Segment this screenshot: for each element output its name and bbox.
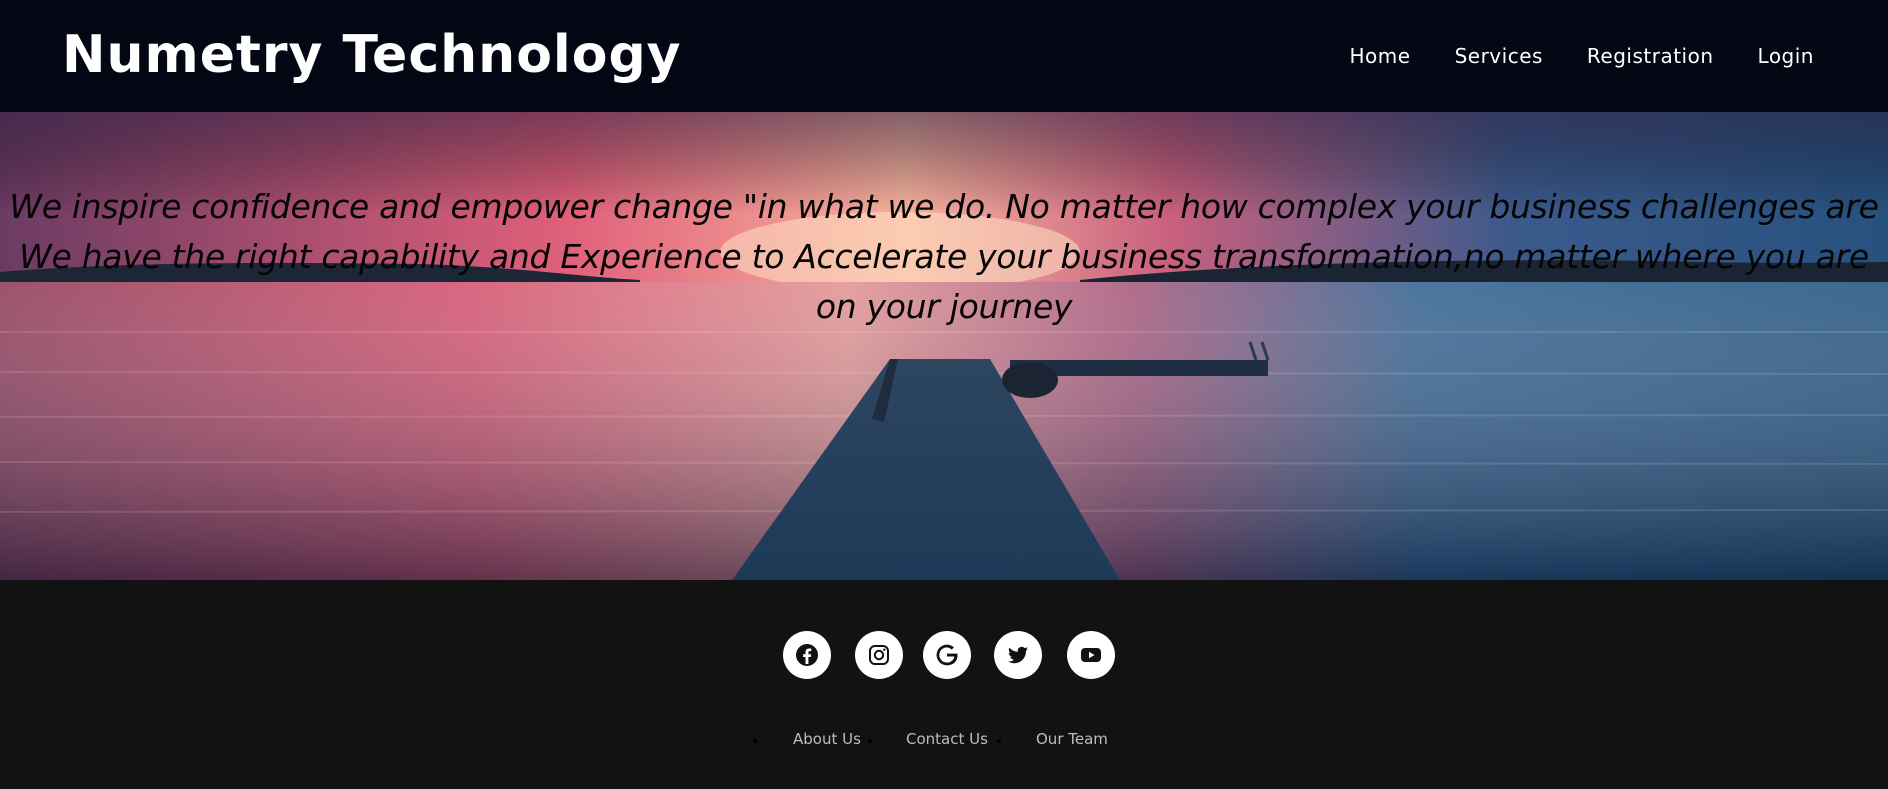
main-nav: Home Services Registration Login bbox=[1306, 36, 1814, 76]
tagline-line-1: We inspire confidence and empower change… bbox=[9, 187, 1879, 226]
nav-registration[interactable]: Registration bbox=[1587, 44, 1714, 68]
youtube-icon bbox=[1081, 648, 1101, 662]
nav-services[interactable]: Services bbox=[1455, 44, 1543, 68]
facebook-button[interactable] bbox=[783, 631, 831, 679]
nav-login[interactable]: Login bbox=[1758, 44, 1814, 68]
google-icon bbox=[936, 644, 958, 666]
hero-tagline: We inspire confidence and empower change… bbox=[0, 182, 1888, 332]
link-bullet bbox=[753, 739, 757, 743]
google-button[interactable] bbox=[923, 631, 971, 679]
twitter-button[interactable] bbox=[994, 631, 1042, 679]
site-footer: About Us Contact Us Our Team bbox=[0, 580, 1888, 789]
tagline-line-3: on your journey bbox=[815, 287, 1073, 326]
instagram-button[interactable] bbox=[855, 631, 903, 679]
tagline-line-2: We have the right capability and Experie… bbox=[19, 237, 1869, 276]
link-bullet bbox=[868, 739, 872, 743]
footer-link-contact[interactable]: Contact Us bbox=[906, 730, 988, 748]
brand-title[interactable]: Numetry Technology bbox=[62, 21, 682, 89]
link-bullet bbox=[997, 739, 1001, 743]
social-links bbox=[0, 631, 1888, 681]
facebook-icon bbox=[796, 644, 818, 666]
footer-link-team[interactable]: Our Team bbox=[1036, 730, 1108, 748]
nav-home[interactable]: Home bbox=[1350, 44, 1411, 68]
footer-links: About Us Contact Us Our Team bbox=[0, 730, 1888, 754]
youtube-button[interactable] bbox=[1067, 631, 1115, 679]
twitter-icon bbox=[1008, 646, 1028, 664]
hero-banner: We inspire confidence and empower change… bbox=[0, 112, 1888, 580]
instagram-icon bbox=[869, 645, 889, 665]
footer-link-about[interactable]: About Us bbox=[793, 730, 861, 748]
site-header: Numetry Technology Home Services Registr… bbox=[0, 0, 1888, 112]
